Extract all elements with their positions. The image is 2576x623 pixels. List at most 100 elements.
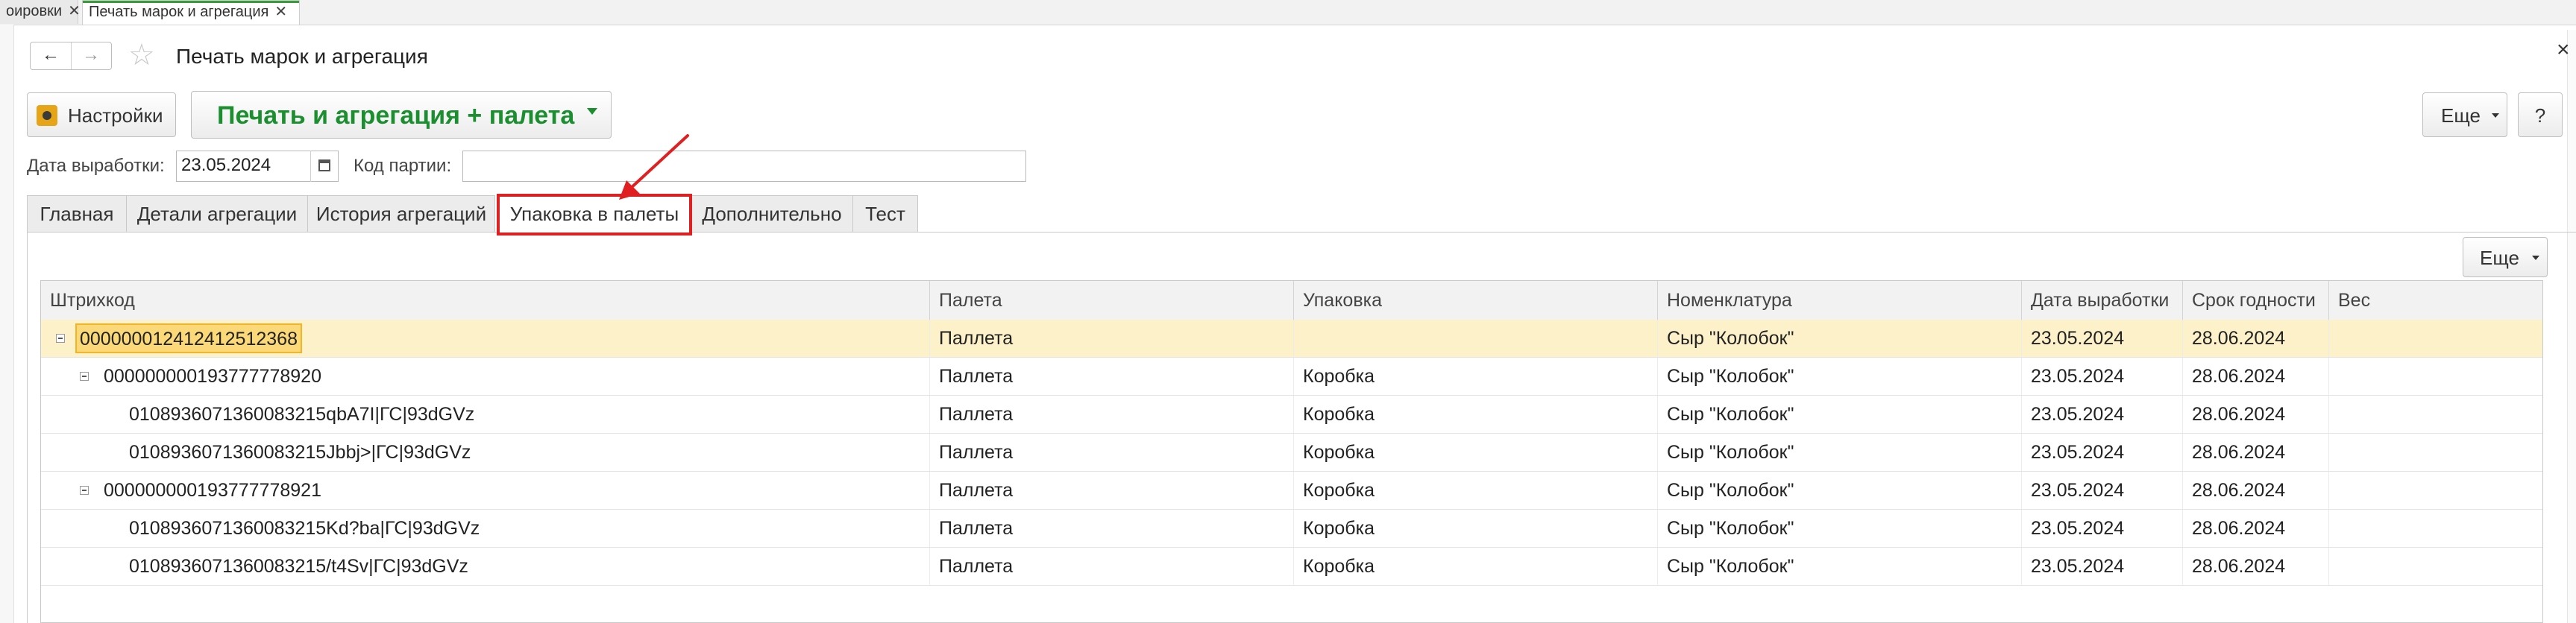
barcode-text: 0108936071360083215qbA7I|ГС|93dGVz xyxy=(129,404,475,425)
cell-pack[interactable]: Коробка xyxy=(1294,358,1658,395)
cell-made[interactable]: 23.05.2024 xyxy=(2022,472,2183,509)
gear-icon xyxy=(37,105,57,126)
cell-expiry[interactable]: 28.06.2024 xyxy=(2183,472,2329,509)
cell-barcode[interactable]: 0108936071360083215Jbbj>|ГС|93dGVz xyxy=(41,434,930,471)
table-row[interactable]: 000000000193777778921 Паллета Коробка Сыр "… xyxy=(41,472,2542,510)
close-icon[interactable]: × xyxy=(2557,37,2570,63)
cell-expiry[interactable]: 28.06.2024 xyxy=(2183,320,2329,357)
column-header-production-date[interactable]: Дата выработки xyxy=(2022,281,2183,320)
arrow-left-icon[interactable]: ← xyxy=(31,42,72,69)
window-tab-print-marks[interactable]: Печать марок и агрегация ✕ xyxy=(82,0,300,25)
cell-pack[interactable]: Коробка xyxy=(1294,548,1658,585)
tab-test[interactable]: Тест xyxy=(852,195,918,233)
tab-aggregation-details[interactable]: Детали агрегации xyxy=(126,195,308,233)
help-label: ? xyxy=(2534,104,2546,127)
settings-button[interactable]: Настройки xyxy=(27,92,176,137)
barcode-text: 000000000193777778921 xyxy=(104,480,321,501)
cell-barcode[interactable]: 0108936071360083215Kd?ba|ГС|93dGVz xyxy=(41,510,930,547)
cell-barcode[interactable]: 0108936071360083215/t4Sv|ГС|93dGVz xyxy=(41,548,930,585)
chevron-down-icon xyxy=(2532,256,2539,260)
cell-weight[interactable] xyxy=(2329,510,2542,547)
column-header-item[interactable]: Номенклатура xyxy=(1658,281,2022,320)
column-header-weight[interactable]: Вес xyxy=(2329,281,2542,320)
collapse-icon[interactable] xyxy=(56,334,65,343)
cell-pack[interactable]: Коробка xyxy=(1294,510,1658,547)
cell-pallet[interactable]: Паллета xyxy=(930,358,1294,395)
cell-item[interactable]: Сыр "Колобок" xyxy=(1658,320,2022,357)
party-code-label: Код партии: xyxy=(354,156,452,176)
print-aggregate-label: Печать и агрегация + палета xyxy=(217,101,575,130)
cell-expiry[interactable]: 28.06.2024 xyxy=(2183,358,2329,395)
cell-weight[interactable] xyxy=(2329,320,2542,357)
window-tab-blocking[interactable]: оировки ✕ xyxy=(0,0,81,24)
pallet-table: Штрихкод Палета Упаковка Номенклатура Да… xyxy=(40,280,2543,623)
cell-item[interactable]: Сыр "Колобок" xyxy=(1658,434,2022,471)
cell-item[interactable]: Сыр "Колобок" xyxy=(1658,396,2022,433)
collapse-icon[interactable] xyxy=(80,372,89,381)
cell-made[interactable]: 23.05.2024 xyxy=(2022,358,2183,395)
help-button[interactable]: ? xyxy=(2518,92,2563,137)
cell-item[interactable]: Сыр "Колобок" xyxy=(1658,472,2022,509)
column-header-pack[interactable]: Упаковка xyxy=(1294,281,1658,320)
cell-weight[interactable] xyxy=(2329,472,2542,509)
cell-pack[interactable]: Коробка xyxy=(1294,434,1658,471)
table-row[interactable]: 0108936071360083215Jbbj>|ГС|93dGVz Паллет… xyxy=(41,434,2542,472)
cell-pallet[interactable]: Паллета xyxy=(930,396,1294,433)
cell-barcode[interactable]: 000000000193777778920 xyxy=(41,358,930,395)
cell-expiry[interactable]: 28.06.2024 xyxy=(2183,396,2329,433)
barcode-text: 0108936071360083215Jbbj>|ГС|93dGVz xyxy=(129,442,471,463)
arrow-right-icon[interactable]: → xyxy=(71,42,111,69)
column-header-expiry[interactable]: Срок годности xyxy=(2183,281,2329,320)
barcode-text: 0108936071360083215/t4Sv|ГС|93dGVz xyxy=(129,556,468,577)
cell-item[interactable]: Сыр "Колобок" xyxy=(1658,510,2022,547)
print-aggregate-button[interactable]: Печать и агрегация + палета xyxy=(191,91,612,139)
cell-expiry[interactable]: 28.06.2024 xyxy=(2183,510,2329,547)
tab-main[interactable]: Главная xyxy=(27,195,127,233)
collapse-icon[interactable] xyxy=(80,486,89,495)
more-button[interactable]: Еще xyxy=(2422,92,2507,137)
annotation-arrow-icon xyxy=(619,134,689,200)
table-row[interactable]: 000000000193777778920 Паллета Коробка Сыр "… xyxy=(41,358,2542,396)
cell-made[interactable]: 23.05.2024 xyxy=(2022,434,2183,471)
cell-pack[interactable]: Коробка xyxy=(1294,472,1658,509)
close-icon[interactable]: ✕ xyxy=(68,3,81,19)
cell-pallet[interactable]: Паллета xyxy=(930,472,1294,509)
cell-pallet[interactable]: Паллета xyxy=(930,548,1294,585)
star-icon[interactable]: ☆ xyxy=(128,39,155,72)
column-header-pallet[interactable]: Палета xyxy=(930,281,1294,320)
nav-buttons: ← → xyxy=(30,42,112,70)
cell-pallet[interactable]: Паллета xyxy=(930,320,1294,357)
cell-barcode[interactable]: 000000000193777778921 xyxy=(41,472,930,509)
table-more-button[interactable]: Еще xyxy=(2463,237,2548,277)
table-row[interactable]: 0108936071360083215/t4Sv|ГС|93dGVz Паллет… xyxy=(41,548,2542,586)
cell-item[interactable]: Сыр "Колобок" xyxy=(1658,548,2022,585)
cell-pack[interactable]: Коробка xyxy=(1294,396,1658,433)
cell-weight[interactable] xyxy=(2329,548,2542,585)
table-row[interactable]: 0108936071360083215qbA7I|ГС|93dGVz Паллет… xyxy=(41,396,2542,434)
cell-item[interactable]: Сыр "Колобок" xyxy=(1658,358,2022,395)
cell-barcode[interactable]: 000000012412412512368 xyxy=(41,320,930,357)
tab-aggregation-history[interactable]: История агрегаций xyxy=(307,195,495,233)
cell-weight[interactable] xyxy=(2329,396,2542,433)
cell-made[interactable]: 23.05.2024 xyxy=(2022,548,2183,585)
close-icon[interactable]: ✕ xyxy=(274,4,287,20)
more-label: Еще xyxy=(2441,104,2481,127)
cell-pack[interactable] xyxy=(1294,320,1658,357)
table-row[interactable]: 0108936071360083215Kd?ba|ГС|93dGVz Паллет… xyxy=(41,510,2542,548)
party-code-field[interactable] xyxy=(462,151,1026,182)
table-row[interactable]: 000000012412412512368 Паллета Сыр "Колобок… xyxy=(41,320,2542,358)
cell-made[interactable]: 23.05.2024 xyxy=(2022,320,2183,357)
cell-weight[interactable] xyxy=(2329,434,2542,471)
cell-barcode[interactable]: 0108936071360083215qbA7I|ГС|93dGVz xyxy=(41,396,930,433)
calendar-button[interactable] xyxy=(310,151,339,182)
column-header-barcode[interactable]: Штрихкод xyxy=(41,281,930,320)
tab-additional[interactable]: Дополнительно xyxy=(691,195,853,233)
cell-expiry[interactable]: 28.06.2024 xyxy=(2183,434,2329,471)
cell-made[interactable]: 23.05.2024 xyxy=(2022,396,2183,433)
barcode-text: 000000000193777778920 xyxy=(104,366,321,387)
cell-pallet[interactable]: Паллета xyxy=(930,434,1294,471)
cell-expiry[interactable]: 28.06.2024 xyxy=(2183,548,2329,585)
cell-made[interactable]: 23.05.2024 xyxy=(2022,510,2183,547)
cell-weight[interactable] xyxy=(2329,358,2542,395)
cell-pallet[interactable]: Паллета xyxy=(930,510,1294,547)
